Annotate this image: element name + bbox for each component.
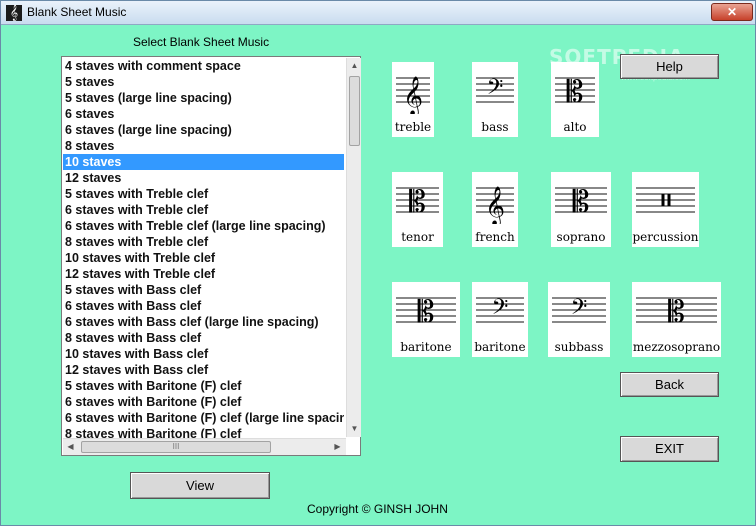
list-item[interactable]: 10 staves with Bass clef xyxy=(63,346,344,362)
c-clef-icon: 𝄡 xyxy=(396,185,439,220)
treble-clef-icon: 𝄞 xyxy=(396,76,430,114)
clef-card-subbass[interactable]: 𝄢 subbass xyxy=(548,282,610,357)
c-clef-icon: 𝄡 xyxy=(636,295,717,330)
percussion-clef-icon xyxy=(636,187,695,213)
list-item[interactable]: 10 staves xyxy=(63,154,344,170)
list-item[interactable]: 5 staves with Treble clef xyxy=(63,186,344,202)
list-item[interactable]: 4 staves with comment space xyxy=(63,58,344,74)
list-item[interactable]: 5 staves with Bass clef xyxy=(63,282,344,298)
clef-card-french[interactable]: 𝄞 french xyxy=(472,172,518,247)
list-item[interactable]: 6 staves with Bass clef (large line spac… xyxy=(63,314,344,330)
clef-glyph: 𝄡 xyxy=(409,185,426,220)
list-item[interactable]: 6 staves with Bass clef xyxy=(63,298,344,314)
horizontal-scrollbar[interactable]: ◀ III ▶ xyxy=(63,438,346,455)
list-item[interactable]: 6 staves with Baritone (F) clef xyxy=(63,394,344,410)
clef-label: treble xyxy=(394,120,432,134)
clef-card-baritone[interactable]: 𝄡 baritone xyxy=(392,282,460,357)
exit-button[interactable]: EXIT xyxy=(620,436,719,462)
clef-label: mezzosoprano xyxy=(632,340,721,354)
c-clef-icon: 𝄡 xyxy=(396,295,456,330)
clef-card-tenor[interactable]: 𝄡 tenor xyxy=(392,172,443,247)
scroll-down-arrow-icon[interactable]: ▼ xyxy=(347,421,362,436)
list-item[interactable]: 12 staves with Treble clef xyxy=(63,266,344,282)
clef-card-baritone[interactable]: 𝄢 baritone xyxy=(472,282,528,357)
list-item[interactable]: 6 staves xyxy=(63,106,344,122)
clef-label: alto xyxy=(563,120,587,134)
scroll-up-arrow-icon[interactable]: ▲ xyxy=(347,58,362,73)
view-button[interactable]: View xyxy=(130,472,270,499)
percussion-bar xyxy=(661,194,665,206)
clef-glyph: 𝄞 xyxy=(485,186,505,224)
clef-card-bass[interactable]: 𝄢 bass xyxy=(472,62,518,137)
clef-label: subbass xyxy=(554,340,604,354)
list-item[interactable]: 6 staves with Treble clef (large line sp… xyxy=(63,218,344,234)
clef-glyph: 𝄡 xyxy=(567,75,584,110)
copyright-text: Copyright © GINSH JOHN xyxy=(307,502,448,516)
treble-clef-icon: 𝄞 xyxy=(476,186,514,224)
clef-card-percussion[interactable]: percussion xyxy=(632,172,699,247)
list-item[interactable]: 8 staves with Treble clef xyxy=(63,234,344,250)
list-item[interactable]: 6 staves with Baritone (F) clef (large l… xyxy=(63,410,344,426)
scroll-right-arrow-icon[interactable]: ▶ xyxy=(330,439,345,455)
list-item[interactable]: 6 staves with Treble clef xyxy=(63,202,344,218)
window-title: Blank Sheet Music xyxy=(27,5,127,19)
clef-glyph: 𝄡 xyxy=(573,185,590,220)
list-item[interactable]: 5 staves (large line spacing) xyxy=(63,90,344,106)
sheet-music-listbox[interactable]: 4 staves with comment space 5 staves 5 sta… xyxy=(61,56,361,456)
back-button[interactable]: Back xyxy=(620,372,719,397)
list-item[interactable]: 5 staves with Baritone (F) clef xyxy=(63,378,344,394)
clef-glyph: 𝄢 xyxy=(492,295,509,325)
list-item[interactable]: 10 staves with Treble clef xyxy=(63,250,344,266)
bass-clef-icon: 𝄢 xyxy=(552,295,606,325)
clef-card-soprano[interactable]: 𝄡 soprano xyxy=(551,172,611,247)
list-item[interactable]: 6 staves (large line spacing) xyxy=(63,122,344,138)
help-button[interactable]: Help xyxy=(620,54,719,79)
clef-glyph: 𝄞 xyxy=(403,76,423,114)
list-item[interactable]: 12 staves xyxy=(63,170,344,186)
list-item[interactable]: 8 staves with Bass clef xyxy=(63,330,344,346)
scroll-left-arrow-icon[interactable]: ◀ xyxy=(63,439,78,455)
treble-clef-icon: 𝄞 xyxy=(6,5,22,21)
bass-clef-icon: 𝄢 xyxy=(476,295,524,325)
bass-clef-icon: 𝄢 xyxy=(476,75,514,105)
c-clef-icon: 𝄡 xyxy=(555,185,607,220)
list-item[interactable]: 8 staves with Baritone (F) clef xyxy=(63,426,344,438)
clef-glyph: 𝄢 xyxy=(571,295,588,325)
clef-card-mezzosoprano[interactable]: 𝄡 mezzosoprano xyxy=(632,282,721,357)
horizontal-scroll-thumb[interactable]: III xyxy=(81,441,271,453)
clef-label: percussion xyxy=(632,230,699,244)
clef-label: soprano xyxy=(556,230,606,244)
title-bar: 𝄞 Blank Sheet Music ✕ xyxy=(1,1,755,25)
c-clef-icon: 𝄡 xyxy=(555,75,595,110)
clef-glyph: 𝄢 xyxy=(487,75,504,105)
vertical-scroll-thumb[interactable] xyxy=(349,76,360,146)
vertical-scrollbar[interactable]: ▲ ▼ xyxy=(346,58,361,437)
clef-card-alto[interactable]: 𝄡 alto xyxy=(551,62,599,137)
list-caption: Select Blank Sheet Music xyxy=(133,35,270,49)
app-window: 𝄞 Blank Sheet Music ✕ SOFTPEDIA www.soft… xyxy=(0,0,756,526)
clef-label: baritone xyxy=(474,340,526,354)
clef-label: bass xyxy=(481,120,509,134)
clef-label: french xyxy=(475,230,515,244)
clef-card-treble[interactable]: 𝄞 treble xyxy=(392,62,434,137)
clef-label: tenor xyxy=(401,230,434,244)
clef-label: baritone xyxy=(400,340,452,354)
close-button[interactable]: ✕ xyxy=(711,3,753,21)
clef-glyph: 𝄡 xyxy=(418,295,435,330)
list-item[interactable]: 5 staves xyxy=(63,74,344,90)
list-item[interactable]: 12 staves with Bass clef xyxy=(63,362,344,378)
list-item[interactable]: 8 staves xyxy=(63,138,344,154)
clef-glyph: 𝄡 xyxy=(668,295,685,330)
listbox-items: 4 staves with comment space 5 staves 5 sta… xyxy=(63,58,344,438)
percussion-bar xyxy=(667,194,671,206)
